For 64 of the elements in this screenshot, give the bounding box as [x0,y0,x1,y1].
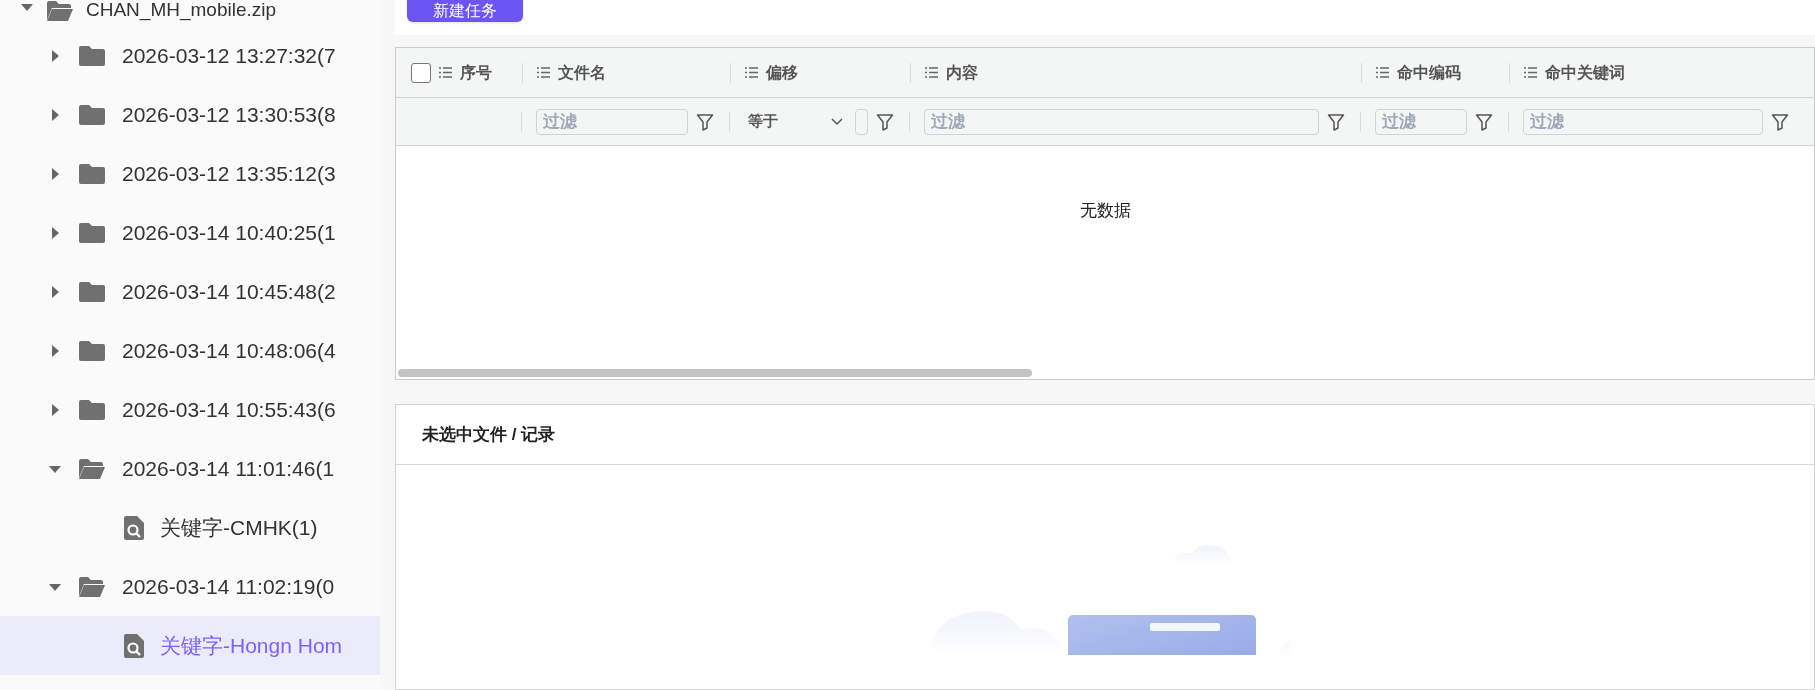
column-header[interactable]: 命中关键词 [1545,60,1625,85]
tree-item[interactable]: 2026-03-12 13:30:53(8 [0,85,380,144]
panel-title: 未选中文件 / 记录 [422,423,556,446]
tree-item[interactable]: CHAN_MH_mobile.zip [86,0,277,20]
filter-field[interactable]: 过滤 [536,108,688,135]
tree-item-label: 2026-03-14 11:02:19(0 [122,573,335,600]
open-folder-icon [78,575,106,598]
folder-icon [78,280,106,303]
tree-item-label: 2026-03-12 13:30:53(8 [122,101,336,128]
tree-item[interactable]: 2026-03-12 13:35:12(3 [0,144,380,203]
tree-item[interactable]: 2026-03-12 13:27:32(7 [0,26,380,85]
filter-field[interactable]: 过滤 [1523,108,1763,135]
list-icon [925,67,938,78]
column-header[interactable]: 偏移 [766,60,798,85]
tree-item-label: 2026-03-14 10:45:48(2 [122,278,336,305]
column-header[interactable]: 序号 [460,60,492,85]
tree-item-label: 2026-03-14 10:55:43(6 [122,396,336,423]
tree-item[interactable]: 2026-03-14 10:55:43(6 [0,380,380,439]
open-folder-icon [78,457,106,480]
empty-message: 无数据 [1079,200,1131,222]
folder-icon [78,44,106,67]
tree-item-label: 2026-03-12 13:27:32(7 [122,42,336,69]
tree-item-label: 2026-03-12 13:35:12(3 [122,160,336,187]
filter-icon[interactable] [876,112,894,131]
operator-dropdown[interactable]: 等于 [744,108,847,135]
filter-field[interactable]: 过滤 [1375,108,1467,135]
tree-item-label: 2026-03-14 10:40:25(1 [122,219,336,246]
tree-item-label: 2026-03-14 11:01:46(1 [122,455,335,482]
list-icon [439,67,452,78]
tree-item[interactable]: 2026-03-14 11:02:19(0 [0,557,380,616]
tree-item[interactable]: 2026-03-14 11:01:46(1 [0,439,380,498]
list-icon [1376,67,1389,78]
folder-icon [78,221,106,244]
folder-icon [78,103,106,126]
list-icon [1524,67,1537,78]
tree-item[interactable]: 2026-03-14 10:40:25(1 [0,203,380,262]
list-icon [745,67,758,78]
filter-icon[interactable] [1771,112,1789,131]
filter-icon[interactable] [1327,112,1345,131]
filter-icon[interactable] [1475,112,1493,131]
column-header[interactable]: 命中编码 [1397,60,1461,85]
column-header[interactable]: 文件名 [558,60,606,85]
chevron-down-icon [831,117,843,126]
tree-item[interactable]: 关键字-Hongn Hom [0,616,380,675]
select-all-checkbox[interactable] [411,62,431,83]
horizontal-scrollbar[interactable] [398,369,1032,377]
column-header[interactable]: 内容 [946,60,978,85]
folder-icon [78,398,106,421]
list-icon [537,67,550,78]
tree-item[interactable]: 2026-03-14 10:48:06(4 [0,321,380,380]
document-search-icon [124,633,144,658]
open-folder-icon [46,0,74,22]
tree-item[interactable]: 2026-03-14 10:45:48(2 [0,262,380,321]
tree-item-label: 关键字-CMHK(1) [160,514,318,541]
filter-icon[interactable] [696,112,714,131]
tree-item-label: 2026-03-14 10:48:06(4 [122,337,336,364]
new-task-button[interactable]: 新建任务 [407,0,523,22]
document-search-icon [124,515,144,540]
tree-item-label: 关键字-Hongn Hom [160,632,343,659]
filter-field[interactable] [855,108,868,135]
tree-item[interactable]: 关键字-CMHK(1) [0,498,380,557]
folder-icon [78,339,106,362]
filter-field[interactable]: 过滤 [924,108,1319,135]
folder-icon [78,162,106,185]
